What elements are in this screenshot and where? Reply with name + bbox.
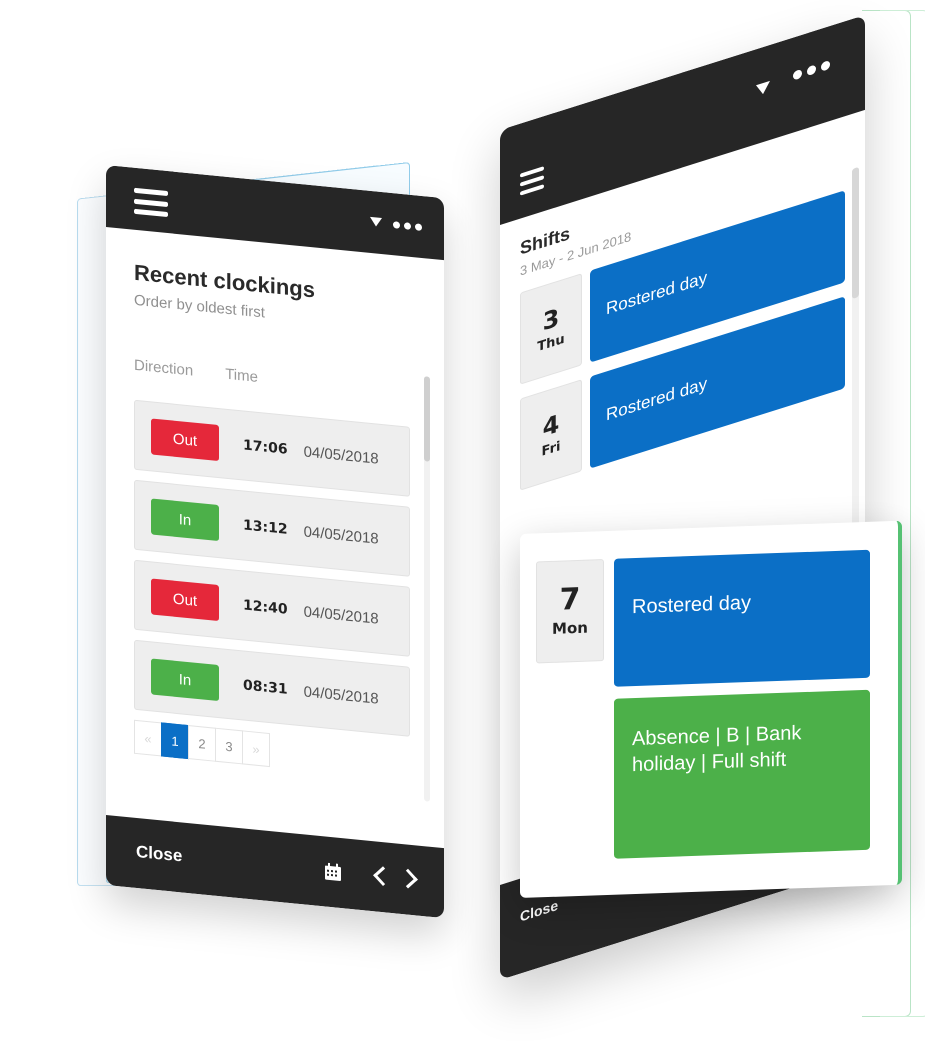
day-box: 4 Fri [520, 379, 582, 491]
close-button[interactable]: Close [136, 842, 182, 867]
day-number: 7 [559, 581, 581, 618]
clocking-time: 13:12 [243, 517, 288, 538]
hamburger-icon[interactable] [520, 166, 544, 196]
scrollbar-thumb[interactable] [424, 376, 430, 462]
clocking-date: 04/05/2018 [303, 602, 379, 628]
clocking-time: 17:06 [243, 437, 288, 458]
chevron-right-icon[interactable] [398, 868, 418, 889]
caret-down-icon[interactable] [370, 216, 382, 228]
pagination-next[interactable]: » [242, 730, 270, 768]
clocking-row[interactable]: Out 12:40 04/05/2018 [134, 559, 410, 657]
pagination-page-2[interactable]: 2 [188, 725, 216, 762]
direction-badge-out: Out [151, 418, 219, 462]
clocking-time: 12:40 [243, 597, 288, 618]
expanded-day-card[interactable]: 7 Mon Rostered day Absence | B | Bank ho… [520, 520, 902, 898]
column-header-time: Time [225, 365, 258, 386]
panel-body: Recent clockings Order by oldest first D… [106, 257, 444, 784]
direction-badge-out: Out [151, 578, 219, 622]
day-box: 3 Thu [520, 273, 582, 385]
recent-clockings-panel: Recent clockings Order by oldest first D… [106, 165, 444, 919]
shift-list: Rostered day Absence | B | Bank holiday … [614, 549, 870, 895]
scrollbar[interactable] [424, 376, 430, 802]
hamburger-icon[interactable] [134, 187, 168, 218]
more-dots-icon[interactable] [393, 221, 422, 231]
day-box: 7 Mon [536, 559, 604, 664]
caret-down-icon[interactable] [756, 80, 770, 97]
clocking-row[interactable]: In 08:31 04/05/2018 [134, 639, 410, 737]
pagination-page-3[interactable]: 3 [215, 727, 243, 765]
close-button[interactable]: Close [520, 897, 558, 925]
clocking-time: 08:31 [243, 677, 288, 698]
shift-card-rostered[interactable]: Rostered day [614, 549, 870, 687]
clockings-list: Out 17:06 04/05/2018 In 13:12 04/05/2018… [134, 399, 416, 738]
more-dots-icon[interactable] [793, 59, 830, 81]
direction-badge-in: In [151, 658, 219, 702]
clocking-date: 04/05/2018 [303, 522, 379, 548]
column-headers: Direction Time [134, 357, 416, 402]
scene: Recent clockings Order by oldest first D… [0, 0, 925, 1043]
clocking-date: 04/05/2018 [303, 682, 379, 708]
day-of-week: Mon [552, 618, 588, 638]
scrollbar-thumb[interactable] [852, 166, 859, 300]
calendar-icon[interactable] [324, 862, 342, 882]
clocking-row[interactable]: Out 17:06 04/05/2018 [134, 399, 410, 497]
panel-footer: Close [106, 815, 444, 919]
day-of-week: Thu [537, 331, 565, 355]
day-number: 3 [542, 302, 560, 337]
direction-badge-in: In [151, 498, 219, 542]
clocking-row[interactable]: In 13:12 04/05/2018 [134, 479, 410, 577]
day-number: 4 [542, 408, 560, 443]
column-header-direction: Direction [134, 356, 194, 380]
day-of-week: Fri [541, 438, 561, 460]
clocking-date: 04/05/2018 [303, 442, 379, 468]
pagination-page-1[interactable]: 1 [161, 722, 189, 760]
pagination-prev[interactable]: « [134, 719, 162, 757]
chevron-left-icon[interactable] [373, 866, 393, 887]
shift-card-absence[interactable]: Absence | B | Bank holiday | Full shift [614, 689, 870, 859]
